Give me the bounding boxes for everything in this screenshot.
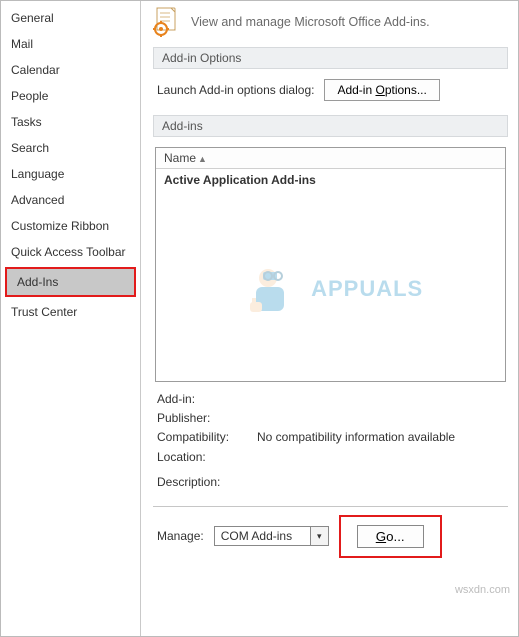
sidebar-item-tasks[interactable]: Tasks bbox=[1, 109, 140, 135]
watermark-logo: APPUALS bbox=[156, 258, 505, 328]
watermark-site: wsxdn.com bbox=[455, 584, 510, 596]
section-header-addins: Add-ins bbox=[153, 115, 508, 137]
sidebar-item-search[interactable]: Search bbox=[1, 135, 140, 161]
detail-addin-label: Add-in: bbox=[157, 390, 247, 409]
list-group-active: Active Application Add-ins bbox=[156, 169, 505, 191]
sidebar-item-quick-access-toolbar[interactable]: Quick Access Toolbar bbox=[1, 239, 140, 265]
chevron-down-icon[interactable]: ▾ bbox=[310, 527, 328, 545]
detail-compatibility-label: Compatibility: bbox=[157, 428, 247, 447]
manage-select-value: COM Add-ins bbox=[215, 527, 310, 545]
highlight-annotation: Add-Ins bbox=[5, 267, 136, 297]
go-button[interactable]: Go... bbox=[357, 525, 424, 548]
highlight-annotation-go: Go... bbox=[339, 515, 442, 558]
launch-options-label: Launch Add-in options dialog: bbox=[157, 83, 314, 97]
addins-list[interactable]: Name▲ Active Application Add-ins APPUALS bbox=[155, 147, 506, 382]
main-panel: View and manage Microsoft Office Add-ins… bbox=[141, 1, 518, 636]
detail-publisher-label: Publisher: bbox=[157, 409, 247, 428]
sidebar-item-people[interactable]: People bbox=[1, 83, 140, 109]
manage-select[interactable]: COM Add-ins ▾ bbox=[214, 526, 329, 546]
section-header-addin-options: Add-in Options bbox=[153, 47, 508, 69]
column-header-name[interactable]: Name▲ bbox=[156, 148, 505, 169]
detail-description-label: Description: bbox=[157, 473, 247, 492]
sidebar-item-mail[interactable]: Mail bbox=[1, 31, 140, 57]
sidebar-item-customize-ribbon[interactable]: Customize Ribbon bbox=[1, 213, 140, 239]
page-title: View and manage Microsoft Office Add-ins… bbox=[191, 15, 430, 29]
addin-details: Add-in: Publisher: Compatibility: No com… bbox=[157, 390, 504, 492]
sidebar-item-calendar[interactable]: Calendar bbox=[1, 57, 140, 83]
addin-options-button[interactable]: Add-in Options... bbox=[324, 79, 439, 101]
sidebar-item-language[interactable]: Language bbox=[1, 161, 140, 187]
addins-page-icon bbox=[153, 7, 181, 37]
detail-location-label: Location: bbox=[157, 448, 247, 467]
detail-compatibility-value: No compatibility information available bbox=[257, 428, 455, 447]
sidebar-item-add-ins[interactable]: Add-Ins bbox=[7, 269, 134, 295]
sidebar-item-advanced[interactable]: Advanced bbox=[1, 187, 140, 213]
manage-label: Manage: bbox=[157, 529, 204, 543]
sidebar-item-trust-center[interactable]: Trust Center bbox=[1, 299, 140, 325]
options-sidebar: General Mail Calendar People Tasks Searc… bbox=[1, 1, 141, 636]
sort-asc-icon: ▲ bbox=[198, 154, 207, 164]
divider bbox=[153, 506, 508, 507]
sidebar-item-general[interactable]: General bbox=[1, 5, 140, 31]
